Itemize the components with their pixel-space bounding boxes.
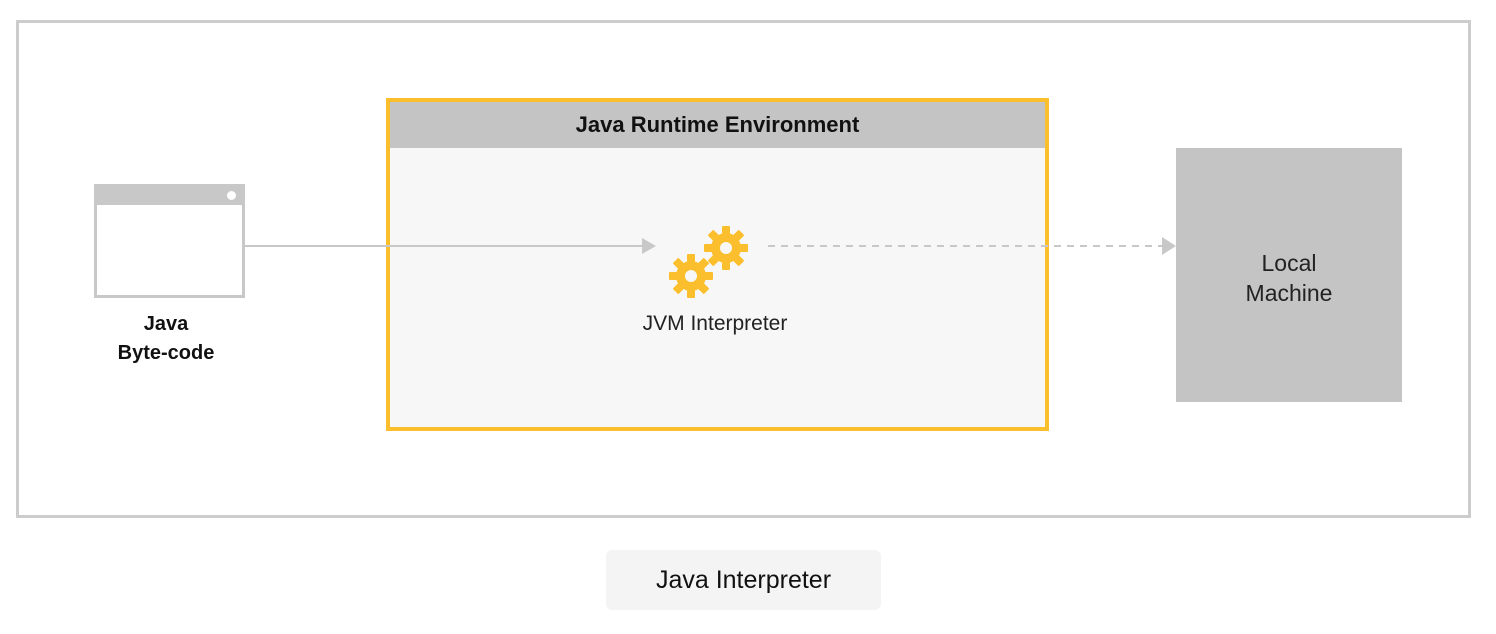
figure-caption: Java Interpreter — [606, 550, 881, 610]
arrow-icon — [1162, 237, 1176, 255]
jvm-interpreter-label: JVM Interpreter — [642, 312, 788, 335]
arrow-icon — [642, 238, 656, 254]
gears-icon — [669, 226, 748, 298]
